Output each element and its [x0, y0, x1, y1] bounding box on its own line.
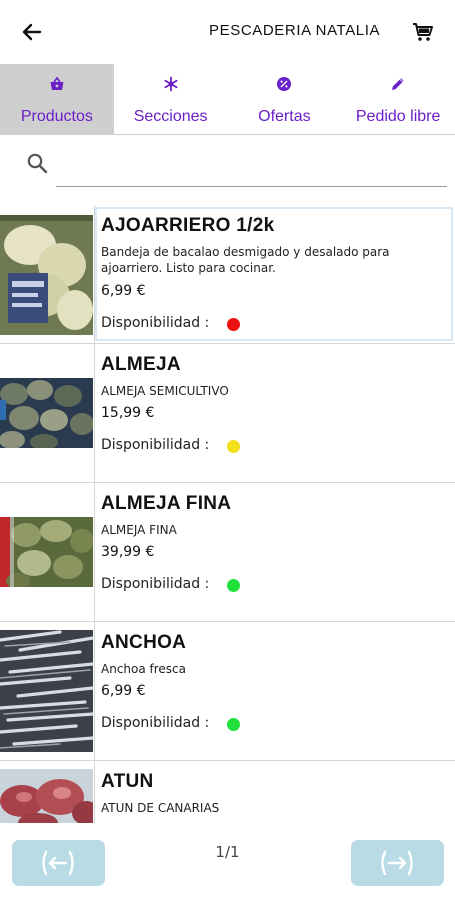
availability-indicator [227, 718, 240, 731]
pagination-bar: 1/1 [0, 823, 455, 900]
tab-label: Pedido libre [355, 108, 441, 125]
product-item[interactable]: ANCHOA Anchoa fresca 6,99 € Disponibilid… [0, 622, 455, 761]
product-image [0, 769, 93, 823]
tab-productos[interactable]: Productos [0, 64, 114, 135]
tab-ofertas[interactable]: Ofertas [228, 64, 342, 135]
pencil-icon [392, 78, 404, 90]
availability-indicator [227, 440, 240, 453]
product-price: 6,99 € [101, 283, 146, 299]
divider [94, 344, 95, 483]
product-name: ALMEJA [101, 354, 181, 375]
next-page-button[interactable] [351, 840, 444, 886]
product-price: 39,99 € [101, 544, 155, 560]
arrow-right-bracket-icon [381, 850, 413, 876]
availability-label: Disponibilidad : [101, 437, 210, 453]
product-item[interactable]: ATUN ATUN DE CANARIAS [0, 761, 455, 823]
product-image [0, 630, 93, 752]
arrow-left-icon [22, 23, 42, 41]
shop-title: PESCADERIA NATALIA [209, 22, 381, 39]
product-image [0, 215, 93, 335]
tab-label: Ofertas [258, 108, 311, 125]
product-item[interactable]: ALMEJA ALMEJA SEMICULTIVO 15,99 € Dispon… [0, 344, 455, 483]
product-image [0, 378, 93, 448]
product-image [0, 517, 93, 587]
search-underline [56, 186, 447, 187]
tab-label: Productos [20, 108, 93, 125]
product-list: AJOARRIERO 1/2k Bandeja de bacalao desmi… [0, 205, 455, 823]
product-name: AJOARRIERO 1/2k [101, 215, 275, 236]
divider [94, 483, 95, 622]
product-description: Anchoa fresca [101, 662, 187, 676]
availability-label: Disponibilidad : [101, 315, 210, 331]
availability-indicator [227, 579, 240, 592]
product-description: Bandeja de bacalao desmigado y desalado … [101, 245, 390, 275]
search-input[interactable] [58, 150, 443, 182]
product-description: ALMEJA FINA [101, 523, 177, 537]
search-icon[interactable] [26, 152, 48, 174]
basket-icon [50, 76, 64, 90]
divider [94, 622, 95, 761]
availability-label: Disponibilidad : [101, 715, 210, 731]
product-name: ALMEJA FINA [101, 493, 232, 514]
product-price: 15,99 € [101, 405, 155, 421]
cart-button[interactable] [412, 21, 434, 43]
product-item[interactable]: ALMEJA FINA ALMEJA FINA 39,99 € Disponib… [0, 483, 455, 622]
availability-label: Disponibilidad : [101, 576, 210, 592]
percent-icon [277, 77, 292, 91]
app-bar: PESCADERIA NATALIA [0, 0, 455, 64]
tab-label: Secciones [133, 108, 208, 125]
product-price: 6,99 € [101, 683, 146, 699]
product-description: ATUN DE CANARIAS [101, 801, 220, 815]
snowflake-icon [164, 76, 178, 92]
section-tabs: Productos Secciones Ofertas Pedido libre [0, 64, 455, 135]
back-button[interactable] [18, 18, 46, 46]
availability-indicator [227, 318, 240, 331]
divider [94, 761, 95, 823]
product-item[interactable]: AJOARRIERO 1/2k Bandeja de bacalao desmi… [0, 205, 455, 344]
divider [94, 205, 95, 344]
tab-secciones[interactable]: Secciones [114, 64, 228, 135]
product-name: ATUN [101, 771, 154, 792]
product-description: ALMEJA SEMICULTIVO [101, 384, 229, 398]
product-name: ANCHOA [101, 632, 187, 653]
cart-icon [413, 23, 433, 41]
tab-pedido-libre[interactable]: Pedido libre [341, 64, 455, 135]
